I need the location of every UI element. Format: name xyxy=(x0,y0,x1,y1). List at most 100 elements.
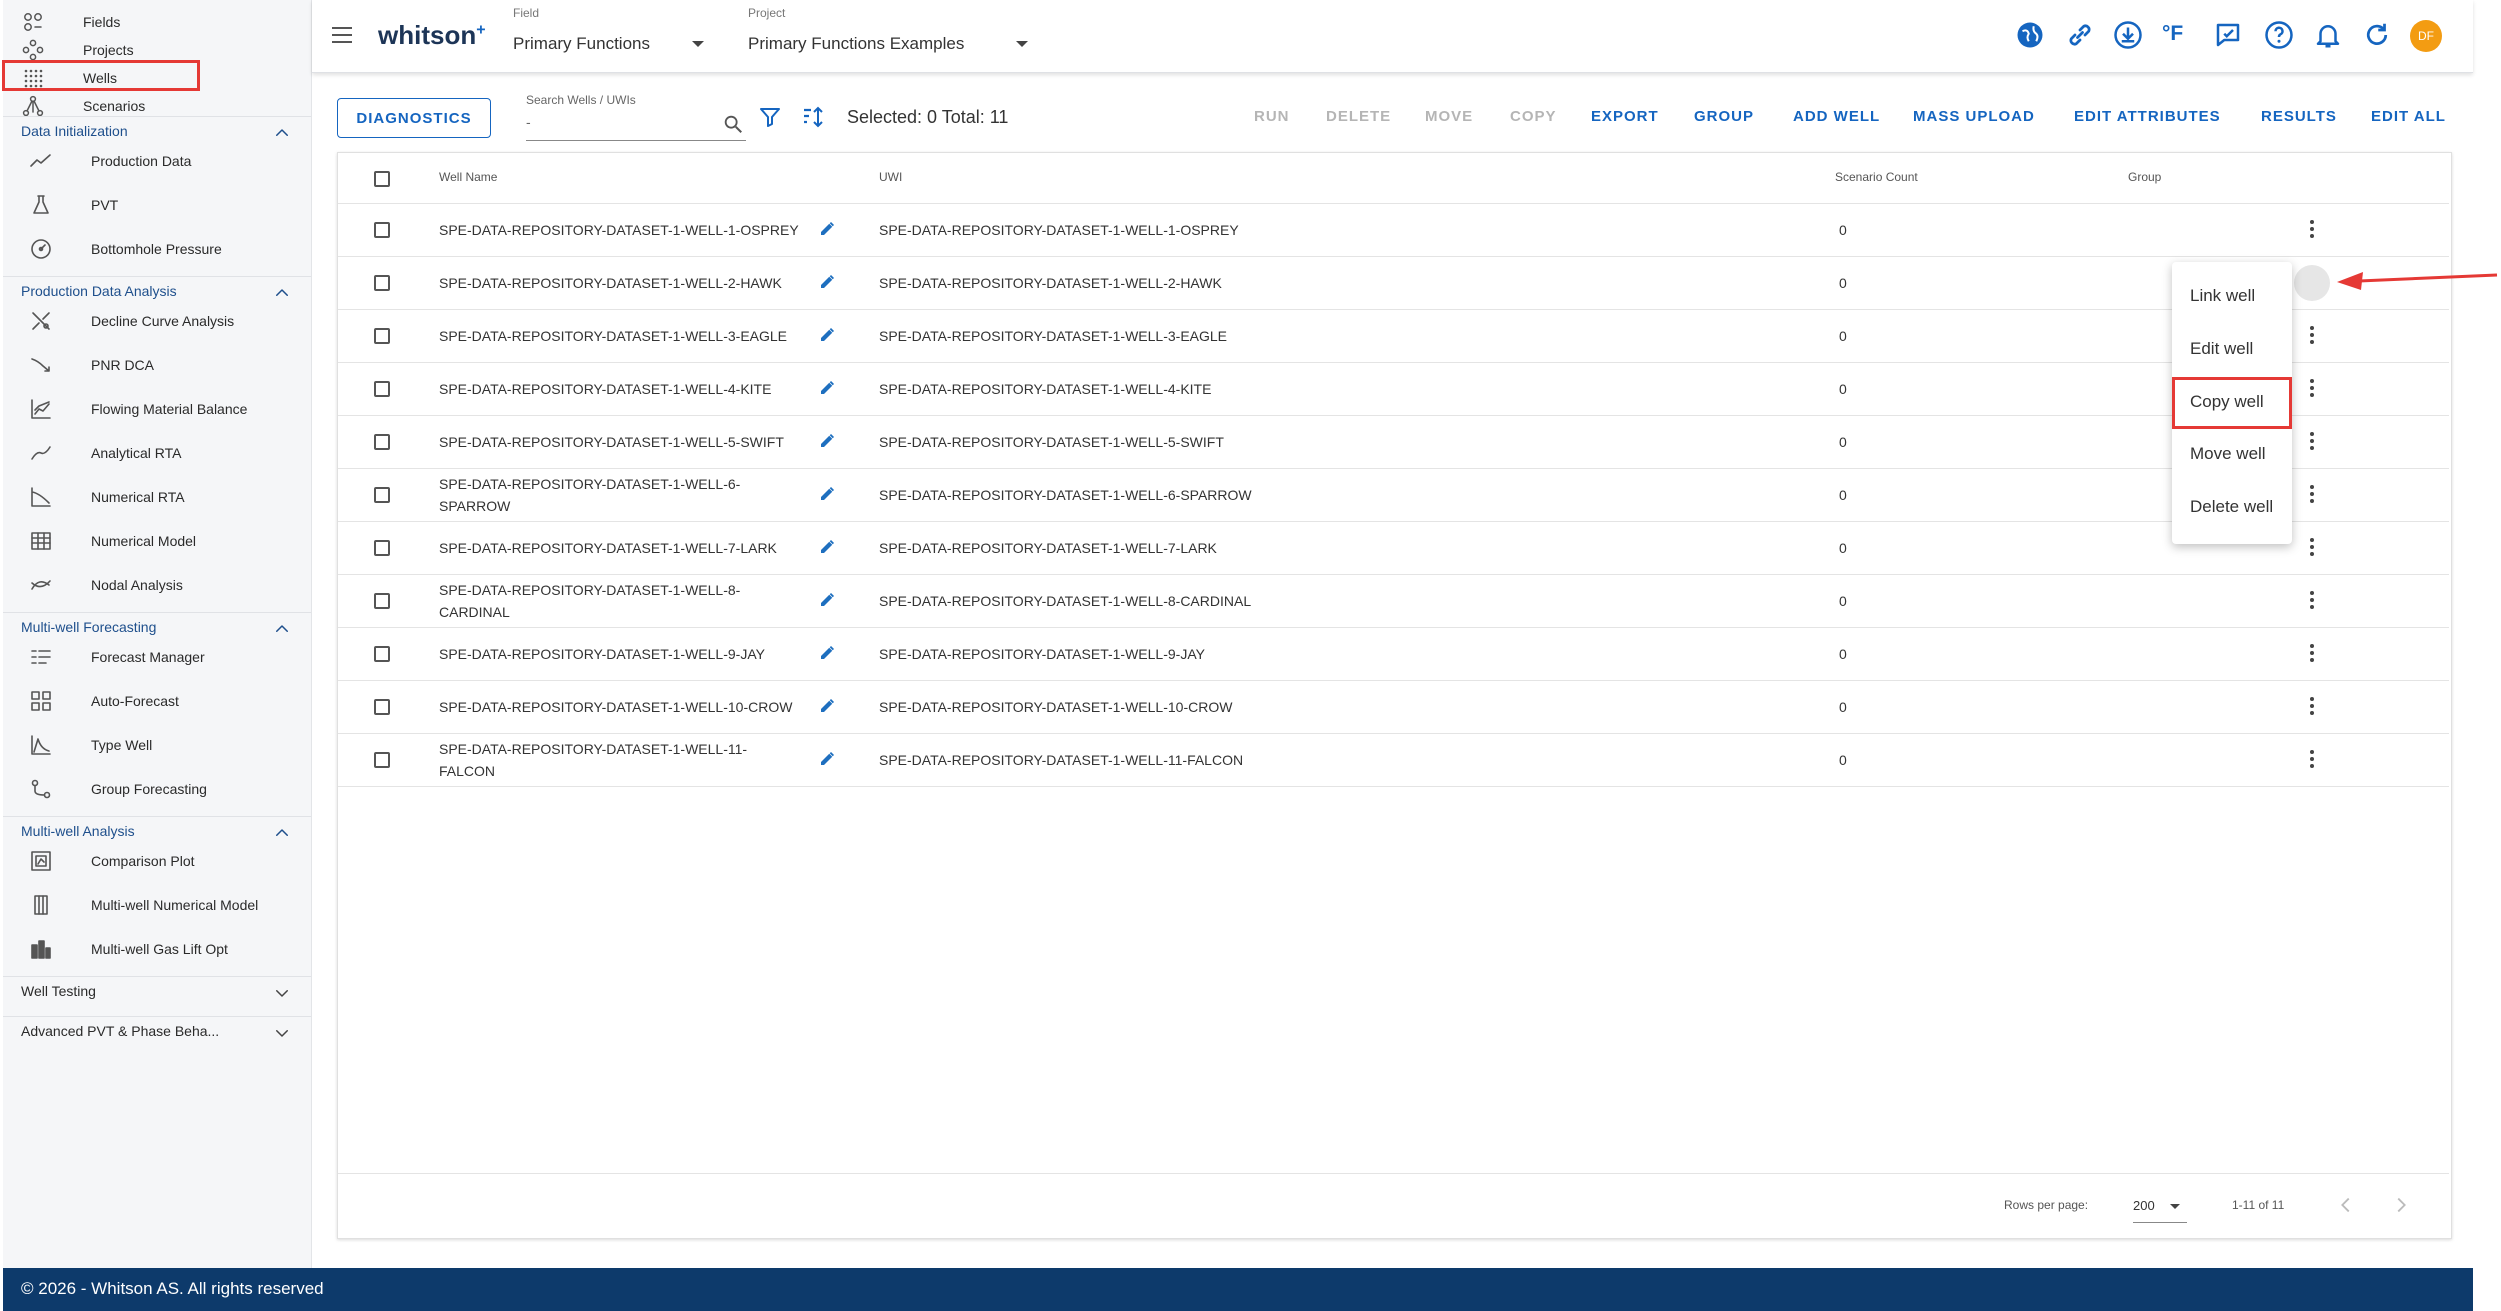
row-checkbox[interactable] xyxy=(374,275,390,291)
edit-icon[interactable] xyxy=(818,750,836,768)
sidebar-item-nodal-analysis[interactable]: Nodal Analysis xyxy=(3,563,311,607)
search-input[interactable]: - xyxy=(526,110,746,141)
export-button[interactable]: EXPORT xyxy=(1591,108,1659,125)
edit-all-button[interactable]: EDIT ALL xyxy=(2371,108,2446,125)
app-logo[interactable]: whitson+ xyxy=(378,20,486,51)
sidebar-item-decline-curve-analysis[interactable]: Decline Curve Analysis xyxy=(3,299,311,343)
row-checkbox[interactable] xyxy=(374,593,390,609)
section-advanced-pvt-and-phase-beha[interactable]: Advanced PVT & Phase Beha... xyxy=(3,1012,311,1052)
sidebar-item-pnr-dca[interactable]: PNR DCA xyxy=(3,343,311,387)
units-toggle[interactable]: °F xyxy=(2162,22,2192,52)
row-checkbox[interactable] xyxy=(374,646,390,662)
project-dropdown-icon[interactable] xyxy=(1016,41,1028,47)
auto-forecast-icon xyxy=(29,689,53,713)
edit-icon[interactable] xyxy=(818,273,836,291)
sort-icon[interactable] xyxy=(800,105,826,129)
mass-upload-button[interactable]: MASS UPLOAD xyxy=(1913,108,2035,125)
sidebar-item-group-forecasting[interactable]: Group Forecasting xyxy=(3,767,311,811)
filter-icon[interactable] xyxy=(758,105,782,129)
edit-attributes-button[interactable]: EDIT ATTRIBUTES xyxy=(2074,108,2221,125)
row-checkbox[interactable] xyxy=(374,328,390,344)
sidebar-item-auto-forecast[interactable]: Auto-Forecast xyxy=(3,679,311,723)
diagnostics-button[interactable]: DIAGNOSTICS xyxy=(337,98,491,138)
column-header-uwi[interactable]: UWI xyxy=(879,170,902,184)
row-checkbox[interactable] xyxy=(374,540,390,556)
column-header-scenario-count[interactable]: Scenario Count xyxy=(1835,170,1918,184)
more-options-icon[interactable] xyxy=(2300,217,2324,241)
more-options-icon[interactable] xyxy=(2300,376,2324,400)
field-select-value[interactable]: Primary Functions xyxy=(513,34,650,54)
edit-icon[interactable] xyxy=(818,538,836,556)
edit-icon[interactable] xyxy=(818,485,836,503)
chevron-down-icon[interactable] xyxy=(273,1024,291,1042)
sidebar-item-numerical-model[interactable]: Numerical Model xyxy=(3,519,311,563)
search-icon[interactable] xyxy=(722,113,744,135)
copy-button[interactable]: COPY xyxy=(1510,108,1557,125)
sidebar-item-multi-well-numerical-model[interactable]: Multi-well Numerical Model xyxy=(3,883,311,927)
row-checkbox[interactable] xyxy=(374,699,390,715)
column-header-group[interactable]: Group xyxy=(2128,170,2161,184)
field-dropdown-icon[interactable] xyxy=(692,41,704,47)
menu-icon[interactable] xyxy=(332,26,354,44)
sidebar-item-comparison-plot[interactable]: Comparison Plot xyxy=(3,839,311,883)
row-checkbox[interactable] xyxy=(374,487,390,503)
menu-item-link-well[interactable]: Link well xyxy=(2190,286,2255,306)
menu-item-delete-well[interactable]: Delete well xyxy=(2190,497,2273,517)
sidebar-item-production-data[interactable]: Production Data xyxy=(3,139,311,183)
row-checkbox[interactable] xyxy=(374,381,390,397)
more-options-icon[interactable] xyxy=(2300,535,2324,559)
sidebar-item-type-well[interactable]: Type Well xyxy=(3,723,311,767)
row-checkbox[interactable] xyxy=(374,434,390,450)
refresh-icon[interactable] xyxy=(2362,20,2392,50)
help-icon[interactable] xyxy=(2264,20,2294,50)
previous-page-icon[interactable] xyxy=(2335,1194,2357,1216)
download-icon[interactable] xyxy=(2113,20,2143,50)
notifications-icon[interactable] xyxy=(2313,20,2343,50)
delete-button[interactable]: DELETE xyxy=(1326,108,1391,125)
more-options-icon[interactable] xyxy=(2300,641,2324,665)
edit-icon[interactable] xyxy=(818,220,836,238)
scenario-count-cell: 0 xyxy=(1839,593,1847,609)
sidebar-item-bottomhole-pressure[interactable]: Bottomhole Pressure xyxy=(3,227,311,271)
menu-item-edit-well[interactable]: Edit well xyxy=(2190,339,2253,359)
sidebar-item-numerical-rta[interactable]: Numerical RTA xyxy=(3,475,311,519)
feedback-icon[interactable] xyxy=(2213,20,2243,50)
more-options-icon[interactable] xyxy=(2300,323,2324,347)
section-well-testing[interactable]: Well Testing xyxy=(3,972,311,1012)
project-select-value[interactable]: Primary Functions Examples xyxy=(748,34,964,54)
add-well-button[interactable]: ADD WELL xyxy=(1793,108,1880,125)
section-title: Well Testing xyxy=(21,983,96,999)
sidebar-item-flowing-material-balance[interactable]: Flowing Material Balance xyxy=(3,387,311,431)
next-page-icon[interactable] xyxy=(2390,1194,2412,1216)
edit-icon[interactable] xyxy=(818,379,836,397)
row-checkbox[interactable] xyxy=(374,752,390,768)
globe-icon[interactable] xyxy=(2015,20,2045,50)
sidebar-item-analytical-rta[interactable]: Analytical RTA xyxy=(3,431,311,475)
edit-icon[interactable] xyxy=(818,326,836,344)
edit-icon[interactable] xyxy=(818,644,836,662)
link-icon[interactable] xyxy=(2065,20,2095,50)
chevron-down-icon[interactable] xyxy=(273,984,291,1002)
sidebar-item-forecast-manager[interactable]: Forecast Manager xyxy=(3,635,311,679)
more-options-icon[interactable] xyxy=(2300,429,2324,453)
group-button[interactable]: GROUP xyxy=(1694,108,1754,125)
user-avatar[interactable]: DF xyxy=(2410,20,2442,52)
column-header-well-name[interactable]: Well Name xyxy=(439,170,497,184)
edit-icon[interactable] xyxy=(818,432,836,450)
sidebar-item-multi-well-gas-lift-opt[interactable]: Multi-well Gas Lift Opt xyxy=(3,927,311,971)
more-options-icon[interactable] xyxy=(2300,482,2324,506)
menu-item-move-well[interactable]: Move well xyxy=(2190,444,2266,464)
well-name-cell: SPE-DATA-REPOSITORY-DATASET-1-WELL-1-OSP… xyxy=(439,219,809,241)
move-button[interactable]: MOVE xyxy=(1425,108,1473,125)
edit-icon[interactable] xyxy=(818,591,836,609)
rows-per-page-select[interactable]: 200 xyxy=(2133,1192,2187,1223)
more-options-icon[interactable] xyxy=(2300,747,2324,771)
run-button[interactable]: RUN xyxy=(1254,108,1290,125)
results-button[interactable]: RESULTS xyxy=(2261,108,2337,125)
more-options-icon[interactable] xyxy=(2300,694,2324,718)
row-checkbox[interactable] xyxy=(374,222,390,238)
edit-icon[interactable] xyxy=(818,697,836,715)
more-options-icon[interactable] xyxy=(2300,588,2324,612)
select-all-checkbox[interactable] xyxy=(374,171,390,187)
sidebar-item-pvt[interactable]: PVT xyxy=(3,183,311,227)
